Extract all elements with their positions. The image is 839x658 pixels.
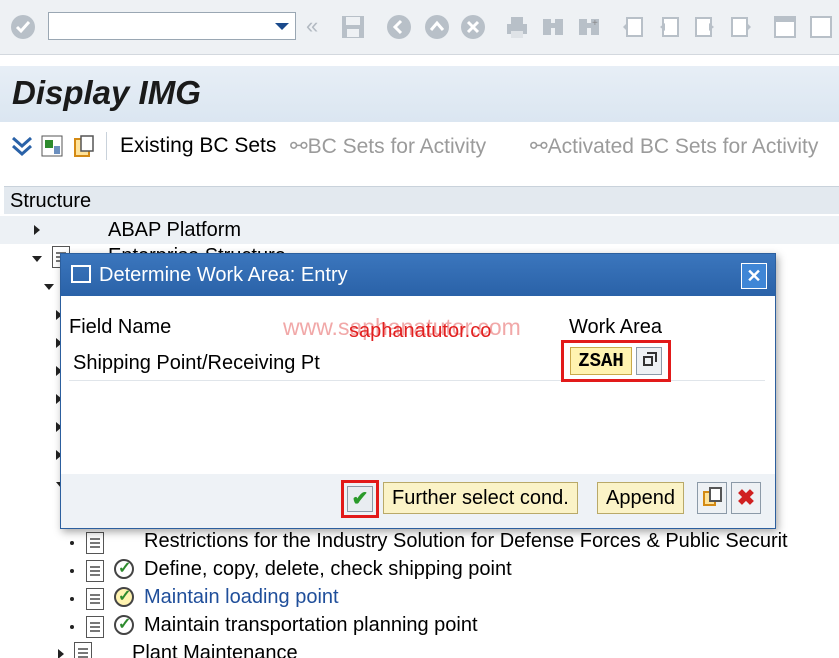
column-header-field-name: Field Name bbox=[69, 316, 172, 338]
clock-check-icon[interactable] bbox=[114, 558, 134, 579]
activated-bc-sets-label: Activated BC Sets for Activity bbox=[547, 135, 819, 158]
find-icon[interactable] bbox=[540, 14, 566, 40]
tree-node-label: Maintain loading point bbox=[144, 586, 339, 608]
back-double-icon[interactable]: « bbox=[306, 14, 332, 40]
application-toolbar: Existing BC Sets ⚯BC Sets for Activity ⚯… bbox=[0, 122, 839, 170]
tree-node-shipping-point[interactable]: Define, copy, delete, check shipping poi… bbox=[0, 556, 839, 584]
document-icon[interactable] bbox=[86, 560, 104, 582]
bc-sets-for-activity-button[interactable]: ⚯BC Sets for Activity bbox=[290, 134, 486, 159]
bullet bbox=[70, 569, 74, 573]
tree-node-label: Maintain transportation planning point bbox=[144, 614, 478, 636]
copy-icon[interactable] bbox=[697, 482, 727, 514]
tree-node-label: Define, copy, delete, check shipping poi… bbox=[144, 558, 512, 580]
cancel-button[interactable]: ✖ bbox=[731, 482, 761, 514]
activated-bc-sets-button[interactable]: ⚯Activated BC Sets for Activity bbox=[530, 134, 818, 159]
find-next-icon[interactable]: + bbox=[576, 14, 602, 40]
clock-check-icon[interactable] bbox=[114, 586, 134, 607]
dialog-title: Determine Work Area: Entry bbox=[99, 264, 348, 286]
tree-node-plant-maintenance[interactable]: Plant Maintenance bbox=[0, 640, 839, 658]
expand-all-icon[interactable] bbox=[10, 134, 34, 158]
bullet bbox=[70, 625, 74, 629]
document-icon[interactable] bbox=[86, 588, 104, 610]
continue-button[interactable]: ✔ bbox=[347, 486, 373, 512]
highlight-box: ✔ bbox=[341, 480, 379, 518]
dialog-titlebar[interactable]: Determine Work Area: Entry ✕ bbox=[61, 254, 775, 296]
field-label-shipping-point: Shipping Point/Receiving Pt bbox=[73, 352, 320, 374]
document-icon[interactable] bbox=[86, 532, 104, 554]
glasses-icon: ⚯ bbox=[290, 135, 308, 158]
first-page-icon[interactable] bbox=[620, 14, 646, 40]
further-select-cond-button[interactable]: Further select cond. bbox=[383, 482, 578, 514]
shortcut-icon[interactable] bbox=[808, 14, 834, 40]
determine-work-area-dialog: Determine Work Area: Entry ✕ Field Name … bbox=[60, 253, 776, 529]
existing-bc-sets-button[interactable]: Existing BC Sets bbox=[120, 134, 276, 158]
title-bar: Display IMG bbox=[0, 66, 839, 122]
dialog-footer: ✔ Further select cond. Append ✖ bbox=[61, 474, 775, 528]
page-title: Display IMG bbox=[12, 74, 201, 111]
document-icon bbox=[74, 642, 92, 658]
column-header-work-area: Work Area bbox=[569, 316, 662, 338]
svg-text:+: + bbox=[592, 18, 598, 29]
exit-icon[interactable] bbox=[424, 14, 450, 40]
save-icon[interactable] bbox=[340, 14, 366, 40]
entry-icon bbox=[71, 265, 91, 283]
collapse-icon[interactable] bbox=[40, 134, 64, 158]
tree-node-loading-point[interactable]: Maintain loading point bbox=[0, 584, 839, 612]
chevron-down-icon[interactable] bbox=[275, 23, 289, 30]
previous-page-icon[interactable] bbox=[656, 14, 682, 40]
tree-node-abap-platform[interactable]: ABAP Platform bbox=[0, 216, 839, 244]
bullet bbox=[70, 541, 74, 545]
expand-arrow-icon[interactable] bbox=[58, 649, 64, 658]
tree-node-label: Restrictions for the Industry Solution f… bbox=[144, 530, 788, 552]
clock-check-icon[interactable] bbox=[114, 614, 134, 635]
tree-node-label: ABAP Platform bbox=[108, 219, 242, 241]
watermark-overlay: saphanatutor.co bbox=[349, 320, 492, 342]
tree-node-restrictions[interactable]: Restrictions for the Industry Solution f… bbox=[0, 528, 839, 556]
dialog-body: Field Name www.saphanatutor.com saphanat… bbox=[61, 296, 775, 474]
tree-node-label: Plant Maintenance bbox=[132, 642, 298, 658]
highlight-box: ZSAH bbox=[561, 340, 671, 382]
bc-sets-for-activity-label: BC Sets for Activity bbox=[307, 135, 487, 158]
tree-node-transportation-planning-point[interactable]: Maintain transportation planning point bbox=[0, 612, 839, 640]
expand-arrow-icon[interactable] bbox=[34, 225, 40, 235]
cancel-icon[interactable] bbox=[460, 14, 486, 40]
structure-header: Structure bbox=[4, 186, 839, 215]
work-area-input[interactable]: ZSAH bbox=[570, 347, 632, 375]
close-button[interactable]: ✕ bbox=[741, 263, 767, 289]
document-icon[interactable] bbox=[86, 616, 104, 638]
enter-icon[interactable] bbox=[10, 14, 36, 40]
system-toolbar: « + bbox=[0, 0, 839, 55]
print-icon[interactable] bbox=[504, 14, 530, 40]
append-button[interactable]: Append bbox=[597, 482, 684, 514]
clipboard-icon[interactable] bbox=[72, 134, 96, 158]
back-icon[interactable] bbox=[386, 14, 412, 40]
collapse-arrow-icon[interactable] bbox=[44, 284, 54, 290]
last-page-icon[interactable] bbox=[728, 14, 754, 40]
collapse-arrow-icon[interactable] bbox=[32, 256, 42, 262]
glasses-icon: ⚯ bbox=[530, 135, 548, 158]
structure-label: Structure bbox=[10, 190, 92, 212]
multiple-selection-icon[interactable] bbox=[636, 347, 662, 375]
bullet bbox=[70, 597, 74, 601]
create-session-icon[interactable] bbox=[772, 14, 798, 40]
toolbar-divider bbox=[106, 132, 107, 160]
next-page-icon[interactable] bbox=[692, 14, 718, 40]
command-field[interactable] bbox=[48, 12, 296, 40]
